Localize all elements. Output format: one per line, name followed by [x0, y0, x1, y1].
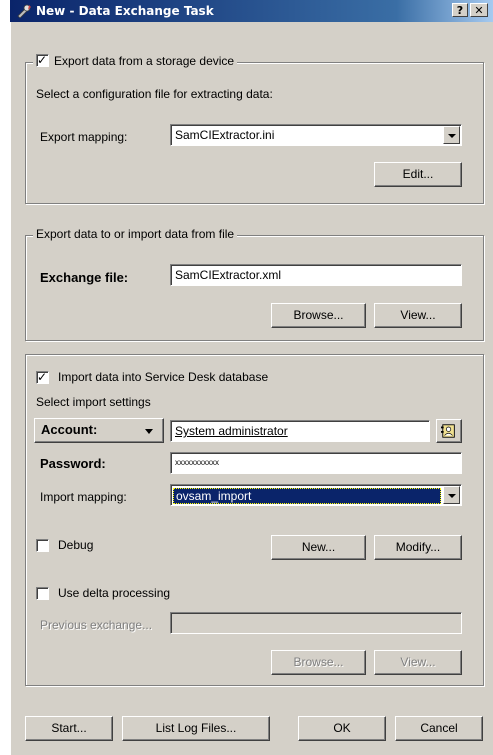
export-checkbox-label: Export data from a storage device — [54, 54, 235, 68]
account-value: System administrator — [175, 424, 288, 438]
chevron-down-icon[interactable] — [443, 486, 460, 504]
previous-exchange-label: Previous exchange... — [40, 618, 153, 632]
contact-card-icon[interactable] — [436, 419, 462, 443]
start-button[interactable]: Start... — [25, 716, 113, 741]
modify-button[interactable]: Modify... — [374, 535, 462, 560]
import-mapping-value: ovsam_import — [173, 488, 441, 504]
edit-button[interactable]: Edit... — [374, 162, 462, 187]
browse-previous-button: Browse... — [271, 650, 366, 675]
import-checkbox[interactable]: ✓ — [36, 370, 49, 384]
new-button[interactable]: New... — [271, 535, 366, 560]
export-mapping-label: Export mapping: — [40, 130, 128, 144]
import-mapping-label: Import mapping: — [40, 490, 127, 504]
export-mapping-value: SamCIExtractor.ini — [175, 128, 275, 142]
exchange-file-input[interactable]: SamCIExtractor.xml — [170, 264, 462, 286]
chevron-down-icon[interactable] — [443, 126, 460, 144]
view-previous-button: View... — [374, 650, 462, 675]
debug-label: Debug — [58, 538, 94, 552]
cancel-button[interactable]: Cancel — [395, 716, 483, 741]
view-file-button[interactable]: View... — [374, 303, 462, 328]
close-button[interactable]: ✕ — [470, 3, 488, 17]
delta-checkbox[interactable] — [36, 587, 49, 600]
title-bar[interactable]: New - Data Exchange Task ? ✕ — [10, 0, 493, 22]
ok-button[interactable]: OK — [298, 716, 386, 741]
debug-checkbox[interactable] — [36, 539, 49, 552]
window-title: New - Data Exchange Task — [36, 4, 214, 18]
delta-label: Use delta processing — [58, 586, 171, 600]
account-button[interactable]: Account: — [34, 418, 164, 443]
export-checkbox[interactable]: ✓ — [36, 53, 49, 67]
dropdown-arrow-icon — [145, 429, 153, 434]
list-log-files-button[interactable]: List Log Files... — [122, 716, 270, 741]
password-label: Password: — [40, 456, 106, 471]
import-checkbox-label: Import data into Service Desk database — [58, 370, 269, 384]
browse-file-button[interactable]: Browse... — [271, 303, 366, 328]
export-legend: ✓ Export data from a storage device — [33, 53, 238, 68]
password-field[interactable]: xxxxxxxxxxx — [170, 452, 462, 474]
import-mapping-select[interactable]: ovsam_import — [170, 484, 462, 506]
export-mapping-select[interactable]: SamCIExtractor.ini — [170, 124, 462, 146]
file-legend: Export data to or import data from file — [33, 227, 238, 241]
exchange-file-label: Exchange file: — [40, 270, 129, 285]
account-field[interactable]: System administrator — [170, 420, 430, 442]
tools-icon — [17, 4, 31, 18]
import-settings-label: Select import settings — [36, 395, 151, 409]
previous-exchange-field — [170, 612, 462, 634]
export-instruction: Select a configuration file for extracti… — [36, 87, 273, 101]
help-button[interactable]: ? — [452, 3, 468, 17]
